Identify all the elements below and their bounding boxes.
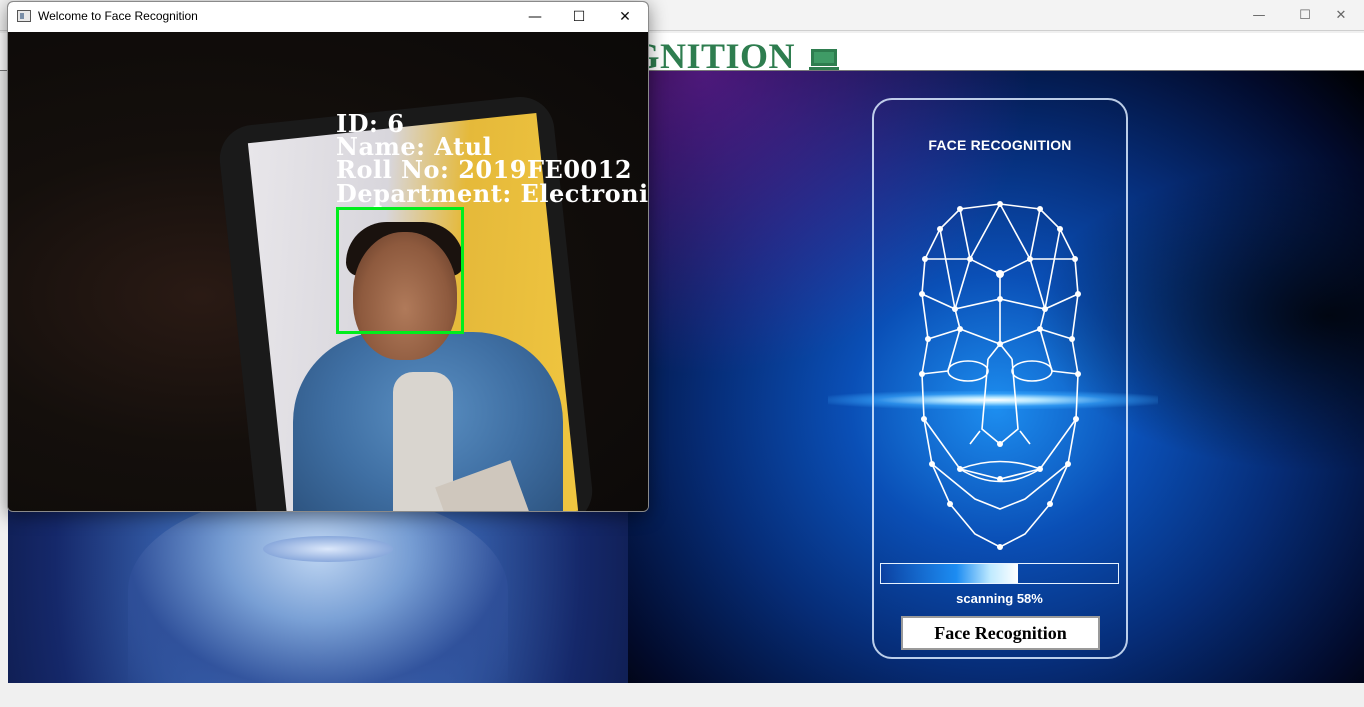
face-detection-box: [336, 207, 464, 334]
camera-window-title: Welcome to Face Recognition: [38, 9, 198, 23]
window-app-icon: [17, 10, 31, 22]
camera-close-button[interactable]: ✕: [602, 2, 648, 32]
camera-minimize-button[interactable]: —: [512, 2, 558, 32]
scan-progress-bar: [880, 563, 1119, 584]
scanner-title: FACE RECOGNITION: [928, 137, 1072, 153]
camera-maximize-button[interactable]: ☐: [556, 2, 602, 32]
scanning-status-text: scanning 58%: [956, 591, 1043, 606]
main-close-button[interactable]: ✕: [1318, 0, 1364, 31]
main-minimize-button[interactable]: —: [1236, 0, 1282, 31]
face-recognition-button[interactable]: Face Recognition: [901, 616, 1100, 650]
camera-feed: ID: 6 Name: Atul Roll No: 2019FE0012 Dep…: [8, 32, 648, 511]
detected-department-text: Department: Electronic: [336, 179, 648, 208]
monitor-icon: [808, 48, 839, 70]
desktop: — ☐ ✕ RECOGNITION FACE RECOGNITION scann…: [0, 0, 1364, 707]
lips-graphic: [263, 536, 393, 562]
beard-graphic: [128, 491, 508, 683]
scanner-panel: FACE RECOGNITION scanning 58% Face Recog…: [628, 71, 1364, 683]
face-mesh-graphic: [919, 201, 1081, 550]
scan-progress-fill: [881, 564, 1019, 583]
camera-window: Welcome to Face Recognition — ☐ ✕ ID: 6 …: [7, 1, 649, 512]
camera-titlebar[interactable]: Welcome to Face Recognition — ☐ ✕: [8, 2, 648, 32]
